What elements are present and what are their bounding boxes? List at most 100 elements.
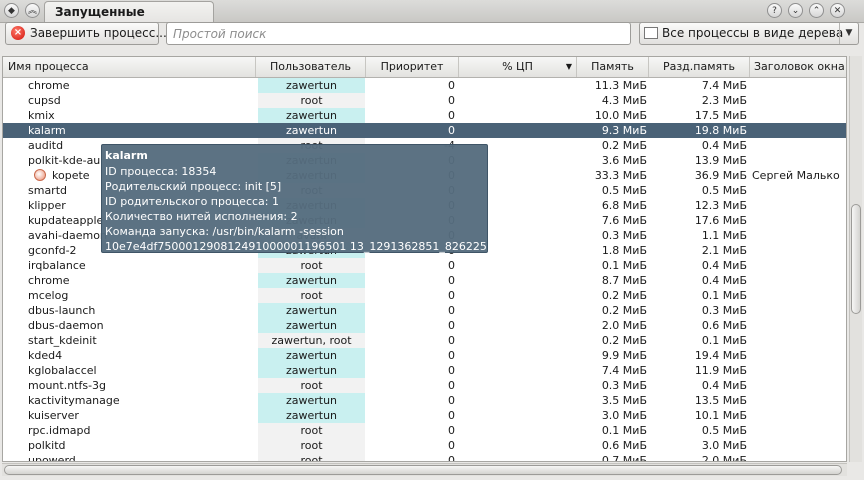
process-memory: 0.1 МиБ	[601, 259, 647, 272]
process-window-title	[752, 258, 846, 273]
horizontal-scrollbar[interactable]	[2, 463, 847, 476]
column-header-shared-memory[interactable]: Разд.память	[649, 57, 750, 77]
process-cpu	[457, 318, 577, 333]
process-shared-memory: 0.6 МиБ	[701, 319, 747, 332]
process-memory: 0.5 МиБ	[601, 184, 647, 197]
process-shared-memory: 17.5 МиБ	[694, 109, 747, 122]
process-name: kded4	[28, 349, 63, 362]
maximize-icon[interactable]: ⌃	[809, 3, 824, 18]
process-shared-memory: 19.8 МиБ	[694, 124, 747, 137]
process-window-title	[752, 378, 846, 393]
table-row[interactable]: cupsd root 0 4.3 МиБ 2.3 МиБ	[3, 93, 846, 108]
process-name: kactivitymanage	[28, 394, 120, 407]
process-name: dbus-launch	[28, 304, 96, 317]
window-menu-icon[interactable]: ◆	[4, 3, 19, 18]
window-tab[interactable]: Запущенные процессы	[44, 1, 214, 39]
process-shared-memory: 1.1 МиБ	[701, 229, 747, 242]
table-row[interactable]: dbus-daemon zawertun 0 2.0 МиБ 0.6 МиБ	[3, 318, 846, 333]
process-cpu	[457, 288, 577, 303]
table-row[interactable]: start_kdeinit zawertun, root 0 0.2 МиБ 0.1 М…	[3, 333, 846, 348]
process-cpu	[457, 108, 577, 123]
process-memory: 0.2 МиБ	[601, 304, 647, 317]
table-row[interactable]: polkitd root 0 0.6 МиБ 3.0 МиБ	[3, 438, 846, 453]
column-header-memory[interactable]: Память	[577, 57, 649, 77]
table-row[interactable]: rpc.idmapd root 0 0.1 МиБ 0.5 МиБ	[3, 423, 846, 438]
column-header-name[interactable]: Имя процесса	[3, 57, 256, 77]
process-priority: 0	[448, 304, 455, 317]
process-shared-memory: 12.3 МиБ	[694, 199, 747, 212]
process-shared-memory: 13.9 МиБ	[694, 154, 747, 167]
process-table: Имя процесса Пользователь Приоритет % ЦП…	[2, 56, 847, 462]
table-row[interactable]: mcelog root 0 0.2 МиБ 0.1 МиБ	[3, 288, 846, 303]
process-memory: 2.0 МиБ	[601, 319, 647, 332]
process-cpu	[457, 123, 577, 138]
search-input[interactable]	[166, 22, 631, 45]
column-header-window-title[interactable]: Заголовок окна	[750, 57, 846, 77]
process-memory: 0.3 МиБ	[601, 379, 647, 392]
column-header-user[interactable]: Пользователь	[256, 57, 366, 77]
help-icon[interactable]: ?	[767, 3, 782, 18]
process-memory: 7.6 МиБ	[601, 214, 647, 227]
process-memory: 4.3 МиБ	[601, 94, 647, 107]
process-cpu	[457, 333, 577, 348]
process-name: irqbalance	[28, 259, 86, 272]
process-shared-memory: 0.4 МиБ	[701, 259, 747, 272]
process-memory: 7.4 МиБ	[601, 364, 647, 377]
process-window-title	[752, 213, 846, 228]
process-cpu	[457, 393, 577, 408]
tooltip-title: kalarm	[105, 149, 148, 162]
vertical-scrollbar[interactable]	[849, 56, 862, 462]
table-row[interactable]: kalarm zawertun 0 9.3 МиБ 19.8 МиБ	[3, 123, 846, 138]
horizontal-scroll-thumb[interactable]	[4, 465, 842, 475]
process-shared-memory: 0.3 МиБ	[701, 304, 747, 317]
process-window-title	[752, 393, 846, 408]
process-window-title	[752, 183, 846, 198]
table-row[interactable]: kuiserver zawertun 0 3.0 МиБ 10.1 МиБ	[3, 408, 846, 423]
process-shared-memory: 17.6 МиБ	[694, 214, 747, 227]
column-header-priority[interactable]: Приоритет	[366, 57, 459, 77]
process-name: rpc.idmapd	[28, 424, 91, 437]
process-priority: 0	[448, 394, 455, 407]
process-shared-memory: 11.9 МиБ	[694, 364, 747, 377]
process-cpu	[457, 348, 577, 363]
process-memory: 3.5 МиБ	[601, 394, 647, 407]
process-view-select[interactable]: Все процессы в виде дерева ▼	[639, 22, 859, 45]
process-window-title	[752, 123, 846, 138]
process-window-title	[752, 198, 846, 213]
table-row[interactable]: kactivitymanage zawertun 0 3.5 МиБ 13.5 МиБ	[3, 393, 846, 408]
table-row[interactable]: kglobalaccel zawertun 0 7.4 МиБ 11.9 МиБ	[3, 363, 846, 378]
shade-icon[interactable]: ︽	[25, 3, 40, 18]
process-name: upowerd	[28, 454, 76, 462]
table-row[interactable]: mount.ntfs-3g root 0 0.3 МиБ 0.4 МиБ	[3, 378, 846, 393]
process-memory: 10.0 МиБ	[594, 109, 647, 122]
process-window-title	[752, 108, 846, 123]
table-row[interactable]: chrome zawertun 0 8.7 МиБ 0.4 МиБ	[3, 273, 846, 288]
table-row[interactable]: kmix zawertun 0 10.0 МиБ 17.5 МиБ	[3, 108, 846, 123]
tooltip-line: ID родительского процесса: 1	[105, 195, 279, 208]
process-shared-memory: 2.1 МиБ	[701, 244, 747, 257]
process-user: root	[258, 438, 365, 453]
process-priority: 0	[448, 79, 455, 92]
table-row[interactable]: upowerd root 0 0.7 МиБ 2.0 МиБ	[3, 453, 846, 462]
table-row[interactable]: dbus-launch zawertun 0 0.2 МиБ 0.3 МиБ	[3, 303, 846, 318]
close-icon[interactable]: ✕	[830, 3, 845, 18]
process-shared-memory: 0.5 МиБ	[701, 184, 747, 197]
process-window-title	[752, 303, 846, 318]
process-shared-memory: 3.0 МиБ	[701, 439, 747, 452]
process-cpu	[457, 363, 577, 378]
table-row[interactable]: irqbalance root 0 0.1 МиБ 0.4 МиБ	[3, 258, 846, 273]
column-header-cpu[interactable]: % ЦП ▼	[459, 57, 577, 77]
vertical-scroll-thumb[interactable]	[851, 204, 861, 314]
process-priority: 0	[448, 439, 455, 452]
kill-process-button[interactable]: × Завершить процесс...	[5, 22, 167, 45]
process-memory: 11.3 МиБ	[594, 79, 647, 92]
process-shared-memory: 0.4 МиБ	[701, 139, 747, 152]
process-user: root	[258, 453, 365, 461]
process-priority: 0	[448, 274, 455, 287]
process-user: root	[258, 93, 365, 108]
table-row[interactable]: chrome zawertun 0 11.3 МиБ 7.4 МиБ	[3, 78, 846, 93]
process-window-title	[752, 363, 846, 378]
minimize-icon[interactable]: ⌄	[788, 3, 803, 18]
tooltip-line: Родительский процесс: init [5]	[105, 180, 282, 193]
table-row[interactable]: kded4 zawertun 0 9.9 МиБ 19.4 МиБ	[3, 348, 846, 363]
